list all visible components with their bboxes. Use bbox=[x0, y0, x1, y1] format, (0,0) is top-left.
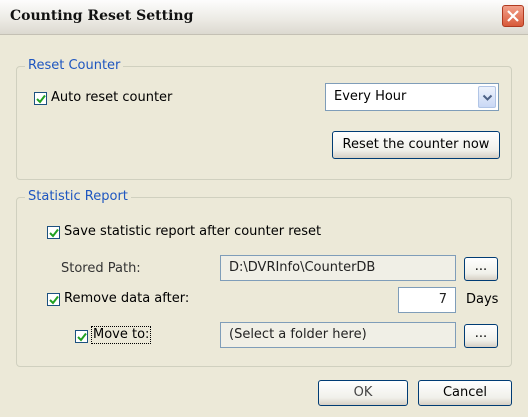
reset-now-label: Reset the counter now bbox=[342, 137, 490, 152]
checkmark-icon bbox=[49, 228, 59, 238]
reset-interval-value: Every Hour bbox=[334, 89, 407, 104]
cancel-label: Cancel bbox=[442, 385, 488, 400]
browse-folder-label: ... bbox=[474, 326, 488, 341]
stored-path-label: Stored Path: bbox=[61, 261, 141, 276]
remove-days-value: 7 bbox=[438, 292, 447, 307]
browse-path-button[interactable]: ... bbox=[464, 257, 498, 281]
close-button[interactable] bbox=[502, 5, 524, 27]
auto-reset-checkbox[interactable] bbox=[34, 92, 47, 105]
move-to-folder-field[interactable]: (Select a folder here) bbox=[220, 322, 456, 348]
auto-reset-label: Auto reset counter bbox=[51, 90, 173, 105]
checkmark-icon bbox=[77, 332, 87, 342]
checkmark-icon bbox=[49, 295, 59, 305]
reset-counter-group-title: Reset Counter bbox=[25, 58, 124, 73]
ok-label: OK bbox=[353, 385, 373, 400]
cancel-button[interactable]: Cancel bbox=[418, 380, 512, 406]
browse-path-label: ... bbox=[474, 259, 488, 274]
reset-interval-select[interactable]: Every Hour bbox=[325, 83, 499, 111]
remove-days-input[interactable]: 7 bbox=[398, 287, 456, 313]
checkmark-icon bbox=[36, 94, 46, 104]
move-to-label: Move to: bbox=[93, 327, 150, 342]
move-to-checkbox[interactable] bbox=[75, 330, 88, 343]
save-report-checkbox[interactable] bbox=[47, 226, 60, 239]
title-bar: Counting Reset Setting bbox=[0, 0, 528, 35]
remove-data-label: Remove data after: bbox=[64, 291, 190, 306]
browse-folder-button[interactable]: ... bbox=[464, 324, 498, 348]
remove-data-checkbox[interactable] bbox=[47, 293, 60, 306]
chevron-down-icon bbox=[482, 94, 493, 101]
dropdown-arrow-button[interactable] bbox=[478, 86, 496, 108]
ok-button[interactable]: OK bbox=[318, 380, 408, 406]
reset-now-button[interactable]: Reset the counter now bbox=[332, 131, 500, 159]
save-report-label: Save statistic report after counter rese… bbox=[64, 224, 322, 239]
close-icon bbox=[507, 10, 519, 22]
days-unit-label: Days bbox=[466, 292, 499, 307]
window-title: Counting Reset Setting bbox=[10, 8, 194, 24]
stored-path-field[interactable]: D:\DVRInfo\CounterDB bbox=[220, 255, 456, 281]
statistic-report-group-title: Statistic Report bbox=[25, 189, 131, 204]
